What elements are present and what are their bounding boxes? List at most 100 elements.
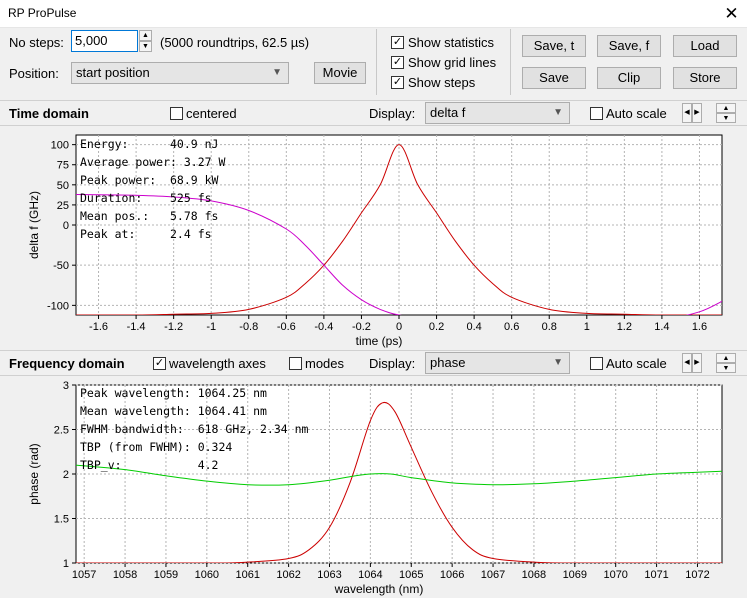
x-axis-label: time (ps) — [356, 334, 403, 348]
x-tick-label: 1059 — [154, 569, 178, 581]
y-tick-label: 25 — [57, 200, 69, 212]
scale-down-icon[interactable]: ▼ — [716, 113, 736, 123]
x-tick-label: 1.4 — [654, 321, 669, 333]
load-button[interactable]: Load — [673, 35, 737, 57]
x-tick-label: 0 — [396, 321, 402, 333]
freq-auto-scale-label: Auto scale — [606, 356, 667, 371]
save-t-button[interactable]: Save, t — [522, 35, 586, 57]
y-tick-label: -50 — [53, 260, 69, 272]
x-tick-label: 0.8 — [542, 321, 557, 333]
divider — [510, 29, 511, 95]
save-f-button[interactable]: Save, f — [597, 35, 661, 57]
show-statistics-label: Show statistics — [408, 35, 494, 50]
chevron-down-icon: ▼ — [553, 107, 563, 118]
y-tick-label: 2.5 — [54, 425, 69, 437]
centered-checkbox[interactable] — [170, 107, 183, 120]
chevron-down-icon: ▼ — [272, 67, 282, 78]
no-steps-up-icon[interactable]: ▲ — [139, 30, 152, 41]
save-button[interactable]: Save — [522, 67, 586, 89]
show-steps-checkbox[interactable]: ✓ — [391, 76, 404, 89]
show-grid-lines-label: Show grid lines — [408, 55, 497, 70]
time-display-label: Display: — [369, 106, 416, 121]
scroll-right-icon[interactable]: ▶ — [692, 103, 702, 123]
scroll-left-icon[interactable]: ◀ — [682, 353, 692, 373]
x-tick-label: 1063 — [317, 569, 341, 581]
x-tick-label: 1060 — [195, 569, 219, 581]
x-tick-label: 1058 — [113, 569, 137, 581]
scale-down-icon[interactable]: ▼ — [716, 363, 736, 373]
y-tick-label: 1 — [63, 558, 69, 570]
close-icon[interactable]: ✕ — [716, 0, 747, 28]
x-tick-label: -1.2 — [164, 321, 183, 333]
x-tick-label: -0.8 — [239, 321, 258, 333]
time-domain-bar: Time domain centered Display: delta f ▼ … — [0, 100, 747, 126]
x-tick-label: 1061 — [235, 569, 259, 581]
y-tick-label: 50 — [57, 180, 69, 192]
x-tick-label: 0.4 — [466, 321, 481, 333]
show-steps-label: Show steps — [408, 75, 476, 90]
freq-display-value: phase — [430, 355, 466, 370]
x-tick-label: 1062 — [276, 569, 300, 581]
x-tick-label: 1065 — [399, 569, 423, 581]
position-label: Position: — [9, 66, 59, 81]
scroll-left-icon[interactable]: ◀ — [682, 103, 692, 123]
x-tick-label: 1066 — [440, 569, 464, 581]
clip-button[interactable]: Clip — [597, 67, 661, 89]
time-domain-title: Time domain — [9, 106, 89, 121]
title-bar: RP ProPulse ✕ — [0, 0, 747, 28]
y-tick-label: 0 — [63, 220, 69, 232]
scale-up-icon[interactable]: ▲ — [716, 103, 736, 113]
x-tick-label: 1.6 — [692, 321, 707, 333]
y-tick-label: 75 — [57, 160, 69, 172]
frequency-domain-chart[interactable]: 1057 1058 1059 1060 1061 1062 1063 1064 1065 1066… — [0, 377, 747, 598]
no-steps-down-icon[interactable]: ▼ — [139, 41, 152, 52]
x-tick-label: 1.2 — [617, 321, 632, 333]
movie-button[interactable]: Movie — [314, 62, 366, 84]
wavelength-axes-label: wavelength axes — [169, 356, 266, 371]
position-value: start position — [76, 65, 150, 80]
time-display-select[interactable]: delta f ▼ — [425, 102, 570, 124]
scale-up-icon[interactable]: ▲ — [716, 353, 736, 363]
modes-checkbox[interactable] — [289, 357, 302, 370]
show-statistics-checkbox[interactable]: ✓ — [391, 36, 404, 49]
time-display-value: delta f — [430, 105, 466, 120]
y-tick-label: 2 — [63, 469, 69, 481]
steps-info: (5000 roundtrips, 62.5 µs) — [160, 35, 310, 50]
position-select[interactable]: start position ▼ — [71, 62, 289, 84]
time-auto-scale-checkbox[interactable] — [590, 107, 603, 120]
x-axis-label: wavelength (nm) — [334, 582, 424, 596]
no-steps-label: No steps: — [9, 35, 64, 50]
y-tick-label: 100 — [51, 140, 69, 152]
x-tick-label: 1070 — [603, 569, 627, 581]
window-title: RP ProPulse — [8, 6, 77, 20]
x-tick-label: 1068 — [522, 569, 546, 581]
y-tick-label: 3 — [63, 380, 69, 392]
x-tick-label: 1 — [584, 321, 590, 333]
time-domain-chart[interactable]: -1.6 -1.4 -1.2 -1 -0.8 -0.6 -0.4 -0.2 0 0.2 0.4 0.6… — [0, 128, 747, 350]
frequency-domain-title: Frequency domain — [9, 356, 125, 371]
x-tick-label: -1.6 — [89, 321, 108, 333]
freq-display-label: Display: — [369, 356, 416, 371]
wavelength-axes-checkbox[interactable]: ✓ — [153, 357, 166, 370]
freq-auto-scale-checkbox[interactable] — [590, 357, 603, 370]
y-axis-label: delta f (GHz) — [27, 191, 41, 259]
divider — [376, 29, 377, 95]
y-axis-label: phase (rad) — [27, 443, 41, 504]
store-button[interactable]: Store — [673, 67, 737, 89]
x-tick-label: 0.6 — [504, 321, 519, 333]
x-tick-label: -0.4 — [314, 321, 333, 333]
x-tick-label: -0.2 — [352, 321, 371, 333]
x-tick-label: 1067 — [481, 569, 505, 581]
no-steps-input[interactable]: 5,000 — [71, 30, 138, 52]
scroll-right-icon[interactable]: ▶ — [692, 353, 702, 373]
show-grid-lines-checkbox[interactable]: ✓ — [391, 56, 404, 69]
time-auto-scale-label: Auto scale — [606, 106, 667, 121]
y-tick-label: 1.5 — [54, 514, 69, 526]
x-tick-label: 1072 — [685, 569, 709, 581]
modes-label: modes — [305, 356, 345, 371]
x-tick-label: -1.4 — [127, 321, 146, 333]
x-tick-label: -1 — [206, 321, 216, 333]
x-tick-label: 1071 — [644, 569, 668, 581]
x-tick-label: 1069 — [563, 569, 587, 581]
freq-display-select[interactable]: phase ▼ — [425, 352, 570, 374]
